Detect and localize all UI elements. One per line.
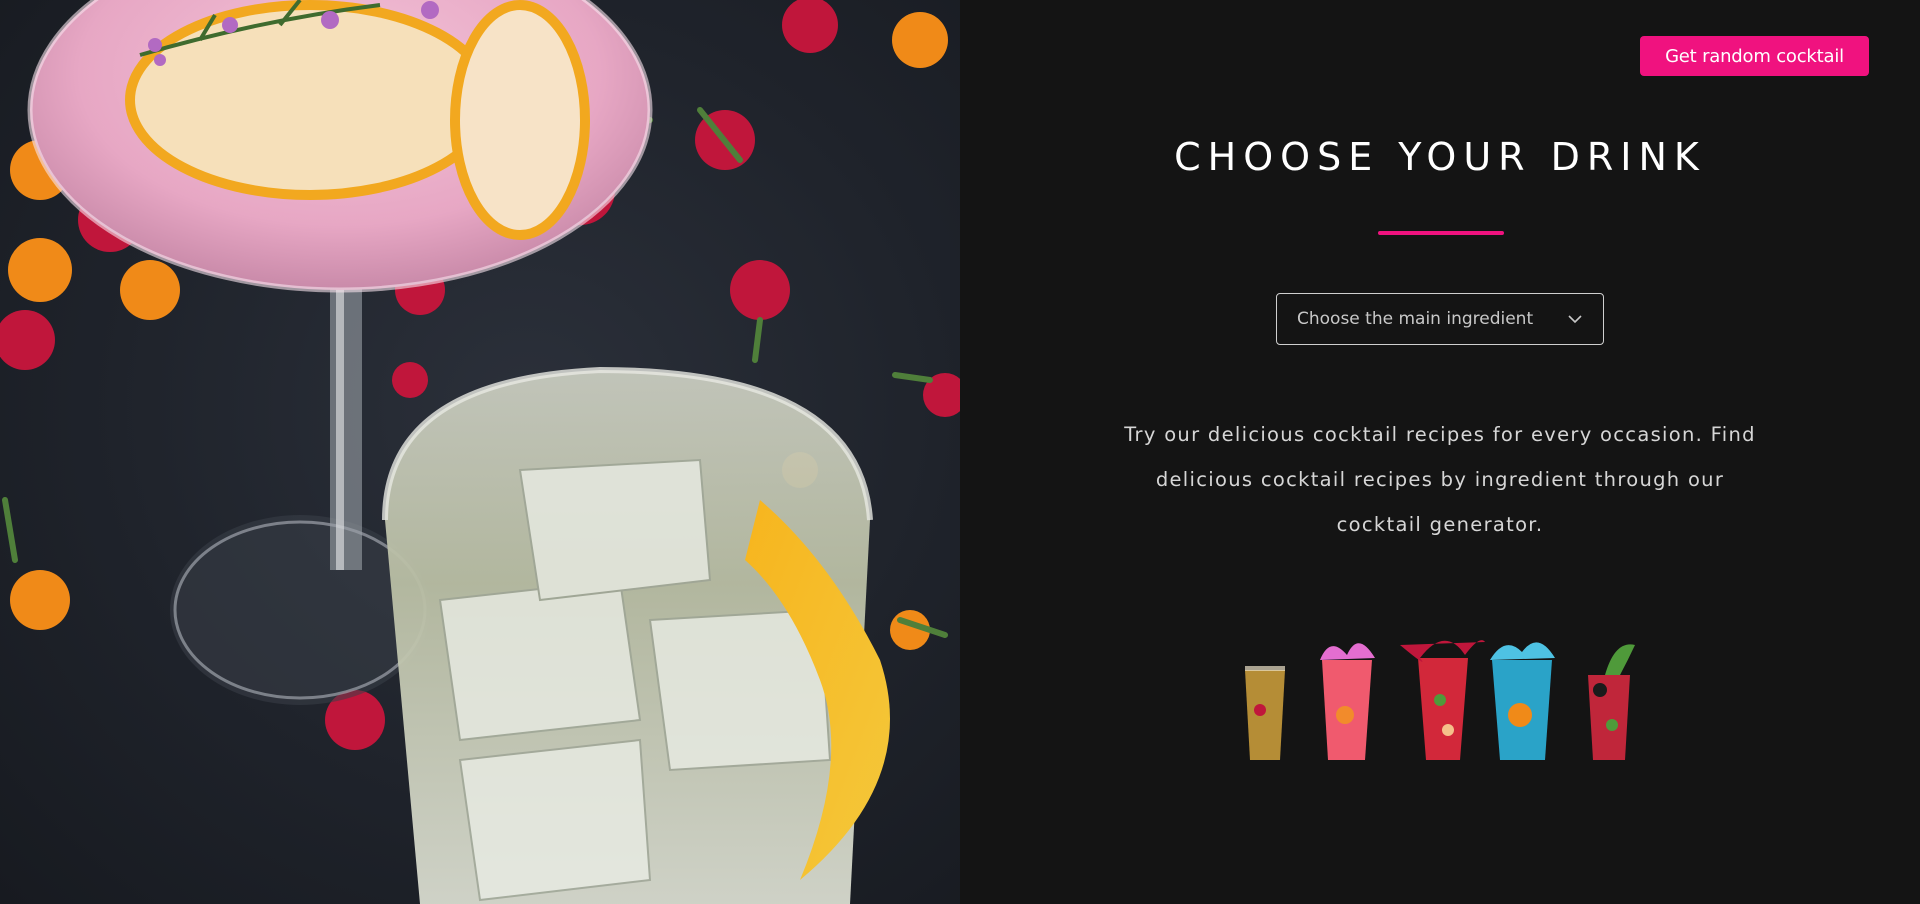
cocktail-glass-icon <box>1245 666 1285 760</box>
content-panel: Get random cocktail CHOOSE YOUR DRINK Ch… <box>960 0 1920 904</box>
cocktail-glass-icon <box>1588 644 1635 760</box>
intro-text: Try our delicious cocktail recipes for e… <box>1124 423 1756 536</box>
random-cocktail-button[interactable]: Get random cocktail <box>1640 36 1869 76</box>
ingredient-select-label: Choose the main ingredient <box>1297 309 1534 329</box>
hero-photo <box>0 0 960 904</box>
cocktail-glasses-illustration <box>1245 640 1635 760</box>
cocktail-glass-icon <box>1400 640 1485 760</box>
page-title: CHOOSE YOUR DRINK <box>1174 135 1706 179</box>
ingredient-select[interactable]: Choose the main ingredient <box>1276 293 1604 345</box>
title-underline <box>1378 231 1504 235</box>
cocktail-glass-icon <box>1490 642 1555 760</box>
cocktail-glass-icon <box>1320 643 1375 760</box>
chevron-down-icon <box>1567 311 1583 327</box>
cocktail-photo-illustration <box>0 0 960 904</box>
